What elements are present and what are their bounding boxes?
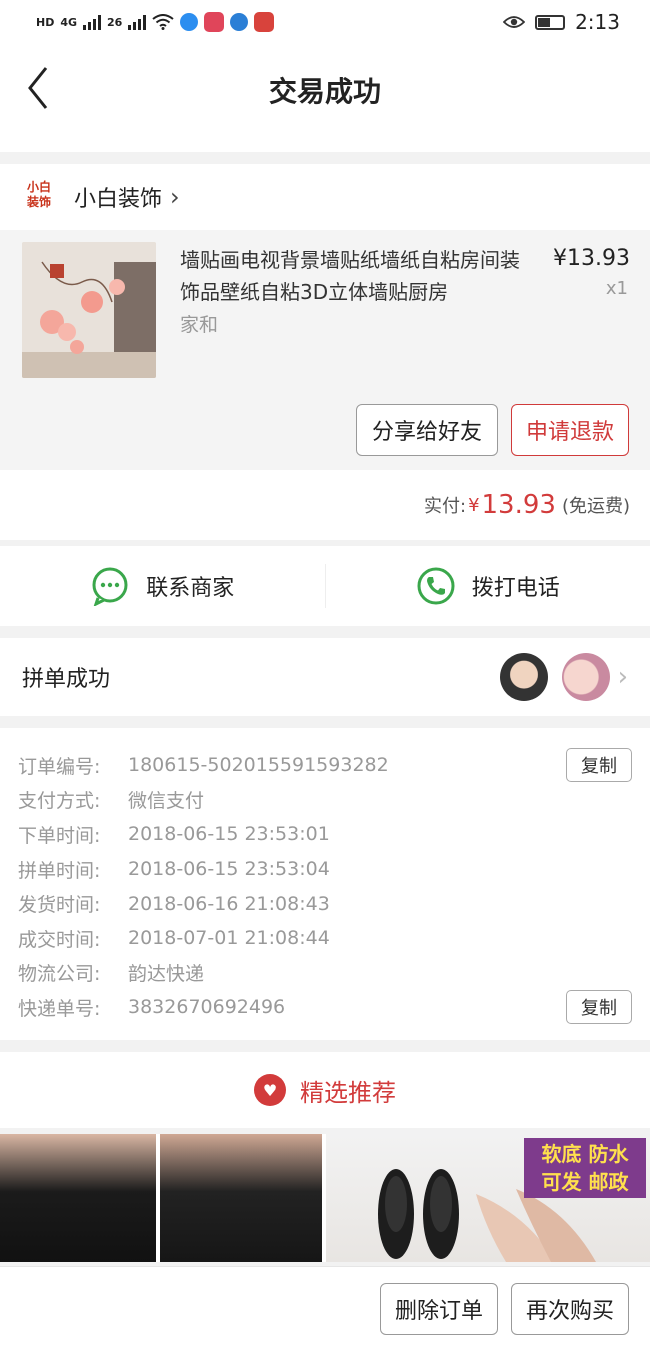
info-label: 快递单号: bbox=[18, 997, 101, 1020]
promo-line1: 软底 防水 bbox=[541, 1142, 629, 1166]
group-buy-row[interactable]: 拼单成功 › bbox=[0, 638, 650, 716]
info-value: 韵达快递 bbox=[128, 963, 205, 986]
shop-name[interactable]: 小白装饰 bbox=[74, 181, 162, 213]
info-row-order-time: 下单时间: 2018-06-15 23:53:01 bbox=[0, 817, 650, 852]
promo-line2: 可发 邮政 bbox=[541, 1170, 629, 1194]
battery-icon bbox=[535, 14, 566, 30]
phone-icon bbox=[417, 567, 455, 605]
info-row-ship-time: 发货时间: 2018-06-16 21:08:43 bbox=[0, 886, 650, 921]
info-value: 180615-502015591593282 bbox=[128, 754, 389, 777]
avatar bbox=[561, 653, 610, 701]
info-label: 订单编号: bbox=[18, 755, 101, 778]
calendar-app-icon bbox=[204, 12, 225, 32]
wifi-icon bbox=[152, 14, 174, 30]
info-label: 下单时间: bbox=[18, 824, 101, 847]
flower-wallpaper-image bbox=[22, 242, 156, 378]
hd-indicator: HD bbox=[36, 15, 55, 29]
info-row-deal-time: 成交时间: 2018-07-01 21:08:44 bbox=[0, 921, 650, 956]
nav-bar: 交易成功 bbox=[0, 44, 650, 152]
shipping-note: (免运费) bbox=[561, 496, 630, 517]
recommend-header: ♥ 精选推荐 bbox=[0, 1052, 650, 1128]
network-4g-indicator: 4G bbox=[60, 15, 78, 29]
info-value: 2018-06-16 21:08:43 bbox=[128, 892, 330, 915]
recommend-title: 精选推荐 bbox=[300, 1078, 396, 1107]
payment-currency: ¥ bbox=[468, 494, 480, 516]
info-value: 3832670692496 bbox=[128, 996, 286, 1019]
promo-banner: 软底 防水 可发 邮政 bbox=[524, 1138, 646, 1198]
app-notification-icon bbox=[180, 13, 199, 31]
info-row-group-time: 拼单时间: 2018-06-15 23:53:04 bbox=[0, 852, 650, 887]
chevron-right-icon: › bbox=[617, 662, 628, 692]
copy-tracking-number-button[interactable]: 复制 bbox=[566, 990, 632, 1025]
recommend-item[interactable] bbox=[160, 1134, 322, 1262]
goods-title[interactable]: 墙贴画电视背景墙贴纸墙纸自粘房间装饰品壁纸自粘3D立体墙贴厨房 bbox=[180, 244, 530, 308]
group-members bbox=[499, 653, 610, 701]
network-2g-indicator: 26 bbox=[107, 15, 123, 29]
shop-logo-line2: 装饰 bbox=[26, 195, 51, 209]
payment-label: 实付: bbox=[423, 496, 467, 517]
contact-merchant-label: 联系商家 bbox=[146, 576, 235, 601]
info-label: 拼单时间: bbox=[18, 859, 101, 882]
reader-app-icon bbox=[254, 12, 275, 32]
info-value: 2018-07-01 21:08:44 bbox=[128, 927, 330, 950]
info-label: 发货时间: bbox=[18, 894, 101, 917]
shop-logo: 小白 装饰 bbox=[24, 180, 54, 214]
browser-app-icon bbox=[230, 13, 249, 31]
signal-icon bbox=[83, 14, 102, 30]
order-goods-card: 小白 装饰 小白装饰 › 墙贴画电视背景墙贴纸墙纸自粘房间装饰品壁纸自粘3D立体… bbox=[0, 164, 650, 540]
signal-icon-2 bbox=[128, 14, 147, 30]
info-row-tracking-number: 快递单号: 3832670692496 复制 bbox=[0, 990, 650, 1025]
info-label: 成交时间: bbox=[18, 928, 101, 951]
goods-spec: 家和 bbox=[180, 314, 219, 336]
heart-icon: ♥ bbox=[254, 1074, 286, 1106]
contact-bar: 联系商家 拨打电话 bbox=[0, 546, 650, 626]
copy-order-number-button[interactable]: 复制 bbox=[566, 748, 632, 783]
recommend-item[interactable]: 软底 防水 可发 邮政 bbox=[326, 1134, 650, 1262]
info-row-payment-method: 支付方式: 微信支付 bbox=[0, 783, 650, 818]
info-label: 支付方式: bbox=[18, 790, 101, 813]
info-label: 物流公司: bbox=[18, 963, 101, 986]
info-value: 2018-06-15 23:53:04 bbox=[128, 858, 330, 881]
call-phone-button[interactable]: 拨打电话 bbox=[326, 546, 650, 626]
order-info: 订单编号: 180615-502015591593282 复制 支付方式: 微信… bbox=[0, 728, 650, 1040]
shop-logo-line1: 小白 bbox=[26, 180, 51, 194]
page-title: 交易成功 bbox=[268, 75, 381, 108]
contact-merchant-button[interactable]: 联系商家 bbox=[0, 546, 325, 626]
recommend-grid: 软底 防水 可发 邮政 bbox=[0, 1134, 650, 1262]
chevron-right-icon: › bbox=[170, 183, 180, 211]
chat-bubble-icon bbox=[92, 567, 128, 606]
call-phone-label: 拨打电话 bbox=[471, 576, 560, 601]
clock: 2:13 bbox=[575, 10, 620, 34]
avatar bbox=[499, 653, 548, 701]
goods-price: ¥13.93 bbox=[553, 246, 630, 271]
goods-item[interactable]: 墙贴画电视背景墙贴纸墙纸自粘房间装饰品壁纸自粘3D立体墙贴厨房 家和 ¥13.9… bbox=[0, 230, 650, 470]
info-row-order-number: 订单编号: 180615-502015591593282 复制 bbox=[0, 748, 650, 783]
buy-again-button[interactable]: 再次购买 bbox=[511, 1283, 629, 1335]
share-to-friend-button[interactable]: 分享给好友 bbox=[356, 404, 498, 456]
goods-thumbnail[interactable] bbox=[22, 242, 156, 378]
info-value: 2018-06-15 23:53:01 bbox=[128, 823, 330, 846]
recommend-item[interactable] bbox=[0, 1134, 156, 1262]
info-row-logistics-company: 物流公司: 韵达快递 bbox=[0, 956, 650, 991]
shop-row[interactable]: 小白 装饰 小白装饰 › bbox=[0, 164, 650, 230]
payment-summary: 实付: ¥ 13.93 (免运费) bbox=[0, 470, 650, 540]
group-buy-title: 拼单成功 bbox=[22, 667, 111, 692]
payment-amount: 13.93 bbox=[481, 490, 556, 520]
bottom-action-bar: 删除订单 再次购买 bbox=[0, 1266, 650, 1350]
eye-comfort-icon bbox=[503, 16, 526, 28]
delete-order-button[interactable]: 删除订单 bbox=[380, 1283, 498, 1335]
status-bar: HD 4G 26 2:13 bbox=[0, 0, 650, 44]
request-refund-button[interactable]: 申请退款 bbox=[511, 404, 629, 456]
goods-quantity: x1 bbox=[605, 278, 628, 299]
info-value: 微信支付 bbox=[128, 790, 205, 813]
